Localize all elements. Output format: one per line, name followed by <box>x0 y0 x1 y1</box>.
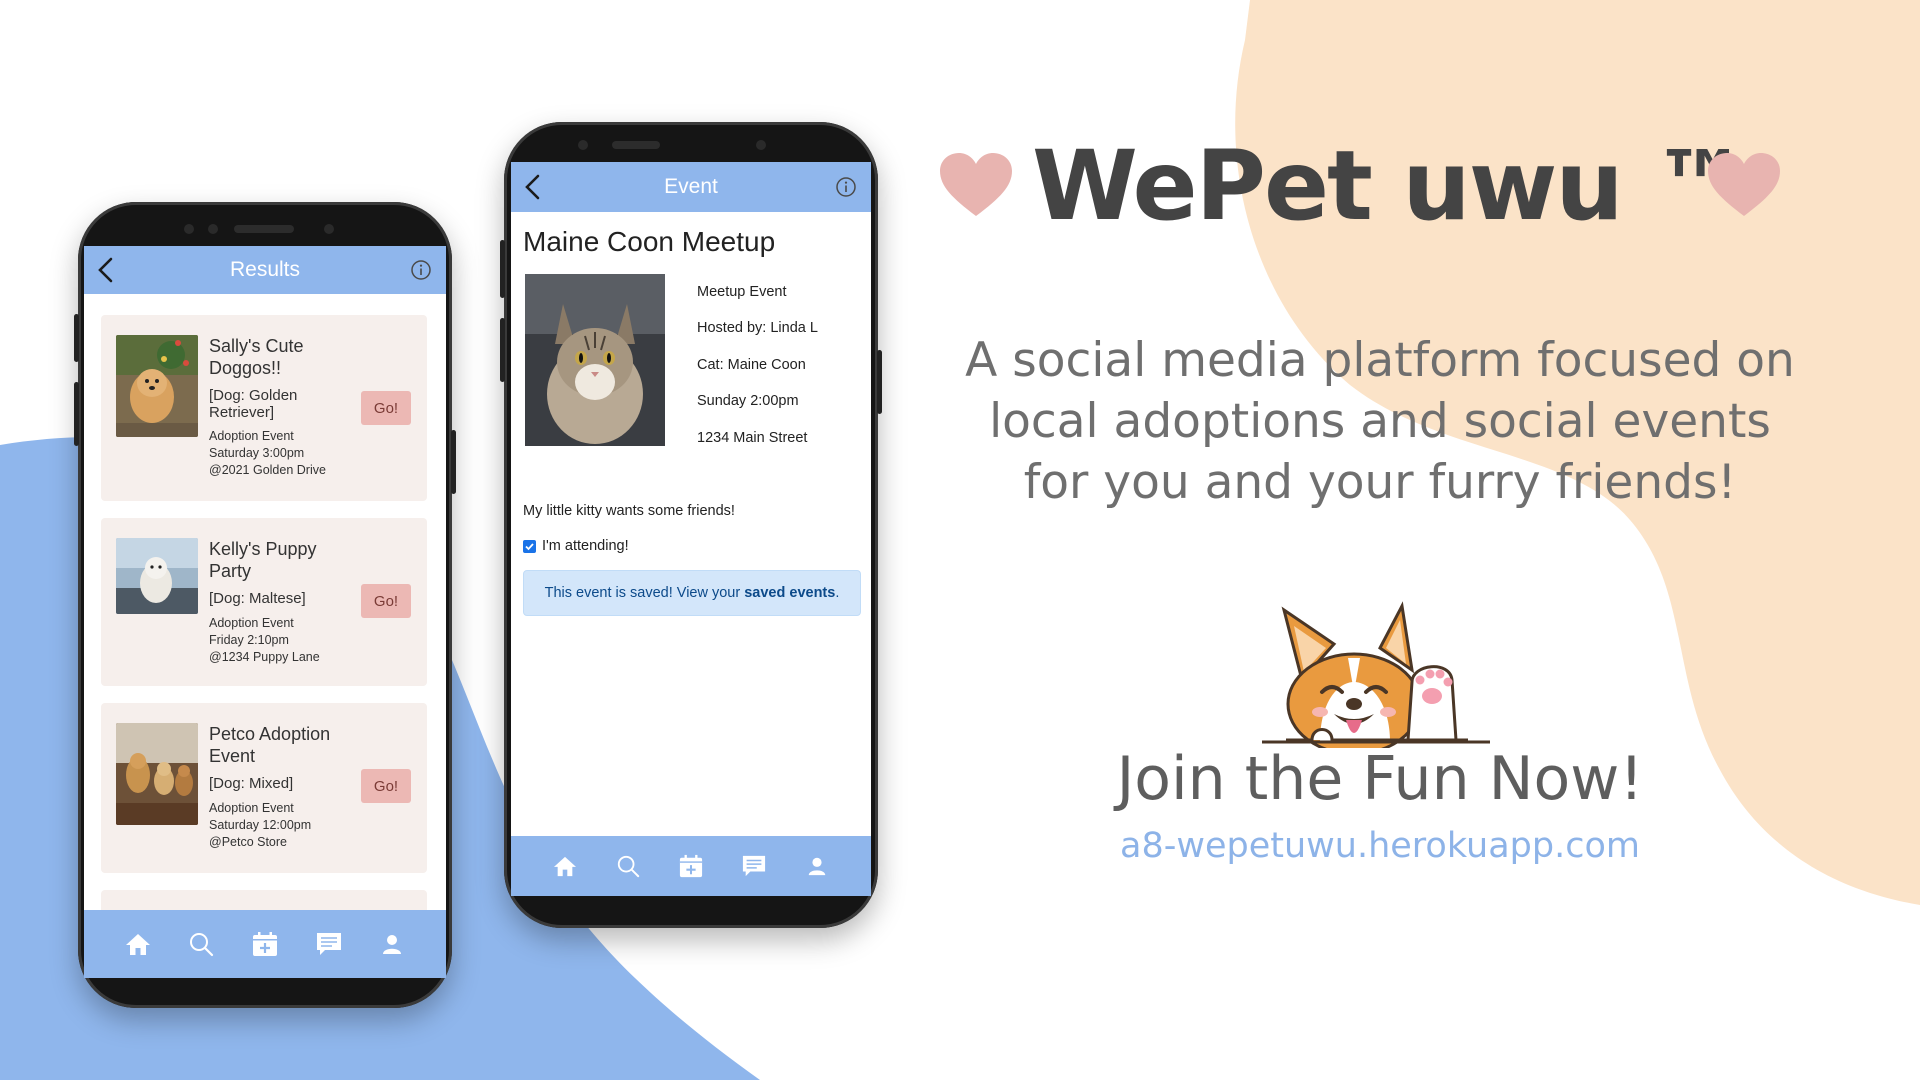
heart-icon <box>1708 153 1780 216</box>
profile-icon[interactable] <box>803 852 831 880</box>
event-time: Saturday 12:00pm <box>209 818 312 832</box>
brand-title: WePet uwu ™ <box>1032 130 1749 242</box>
event-phone: Event Maine Coon Meetup Meetup Event Hos… <box>500 122 882 928</box>
back-arrow-icon[interactable] <box>92 255 122 285</box>
page-title: Event <box>664 175 718 198</box>
saved-alert: This event is saved! View your saved eve… <box>523 570 861 616</box>
dog-photo <box>116 538 198 614</box>
event-description: My little kitty wants some friends! <box>523 503 735 519</box>
chat-icon[interactable] <box>740 852 768 880</box>
go-button[interactable]: Go! <box>361 769 411 803</box>
chat-icon[interactable] <box>315 930 343 958</box>
back-arrow-icon[interactable] <box>519 172 549 202</box>
results-header: Results <box>84 246 446 294</box>
event-time: Saturday 3:00pm <box>209 446 305 460</box>
search-icon[interactable] <box>614 852 642 880</box>
home-icon[interactable] <box>124 930 152 958</box>
results-screen: Results Sally's Cute Doggos!! [Dog: Gold… <box>84 246 446 978</box>
page-title: Results <box>229 258 301 281</box>
event-location: @Petco Store <box>209 835 288 849</box>
bottom-nav <box>511 836 871 896</box>
corgi-mascot-icon <box>1262 601 1490 748</box>
info-icon[interactable] <box>410 259 432 281</box>
event-type: Adoption Event <box>209 429 294 443</box>
cat-photo <box>525 274 665 446</box>
home-icon[interactable] <box>551 852 579 880</box>
pet-tag: [Dog: Golden Retriever] <box>209 387 298 421</box>
event-title: Sally's Cute Doggos!! <box>209 336 304 378</box>
event-pet: Cat: Maine Coon <box>697 357 806 373</box>
tagline-line: for you and your furry friends! <box>1023 455 1737 510</box>
heart-icon <box>940 153 1012 216</box>
event-title: Maine Coon Meetup <box>523 226 776 257</box>
event-type: Adoption Event <box>209 801 294 815</box>
attending-checkbox[interactable] <box>523 539 536 553</box>
attending-checkbox-row[interactable]: I'm attending! <box>523 538 629 554</box>
dog-photo <box>116 335 198 437</box>
bottom-nav <box>84 910 446 978</box>
event-location: @2021 Golden Drive <box>209 463 326 477</box>
calendar-add-icon[interactable] <box>677 852 705 880</box>
pet-tag: [Dog: Maltese] <box>209 590 306 607</box>
app-url-link[interactable]: a8-wepetuwu.herokuapp.com <box>900 826 1860 866</box>
dog-photo <box>116 723 198 825</box>
go-button[interactable]: Go! <box>361 391 411 425</box>
event-address: 1234 Main Street <box>697 430 808 446</box>
saved-period: . <box>835 585 840 601</box>
tagline: A social media platform focused on local… <box>960 330 1800 513</box>
event-type: Meetup Event <box>697 284 787 300</box>
event-type: Adoption Event <box>209 616 294 630</box>
event-time: Friday 2:10pm <box>209 633 289 647</box>
search-icon[interactable] <box>187 930 215 958</box>
event-title: Kelly's Puppy Party <box>209 539 317 581</box>
event-location: @1234 Puppy Lane <box>209 650 320 664</box>
list-item[interactable]: Sally's Cute Doggos!! [Dog: Golden Retri… <box>101 315 427 501</box>
saved-events-link[interactable]: saved events <box>744 585 835 601</box>
go-button[interactable]: Go! <box>361 584 411 618</box>
list-item[interactable]: Kelly's Puppy Party [Dog: Maltese] Adopt… <box>101 518 427 686</box>
profile-icon[interactable] <box>378 930 406 958</box>
info-icon[interactable] <box>835 176 857 198</box>
attending-label: I'm attending! <box>542 538 629 554</box>
tagline-line: local adoptions and social events <box>989 394 1771 449</box>
event-screen: Event Maine Coon Meetup Meetup Event Hos… <box>511 162 871 896</box>
results-phone: Results Sally's Cute Doggos!! [Dog: Gold… <box>74 202 456 1008</box>
event-time: Sunday 2:00pm <box>697 393 799 409</box>
event-host: Hosted by: Linda L <box>697 320 818 336</box>
event-header: Event <box>511 162 871 212</box>
event-title: Petco Adoption Event <box>209 724 331 766</box>
cta-text: Join the Fun Now! <box>1116 744 1644 814</box>
list-item[interactable]: Petco Adoption Event [Dog: Mixed] Adopti… <box>101 703 427 873</box>
saved-text: This event is saved! View your <box>544 585 741 601</box>
tagline-line: A social media platform focused on <box>965 333 1795 388</box>
calendar-add-icon[interactable] <box>251 930 279 958</box>
pet-tag: [Dog: Mixed] <box>209 775 294 792</box>
